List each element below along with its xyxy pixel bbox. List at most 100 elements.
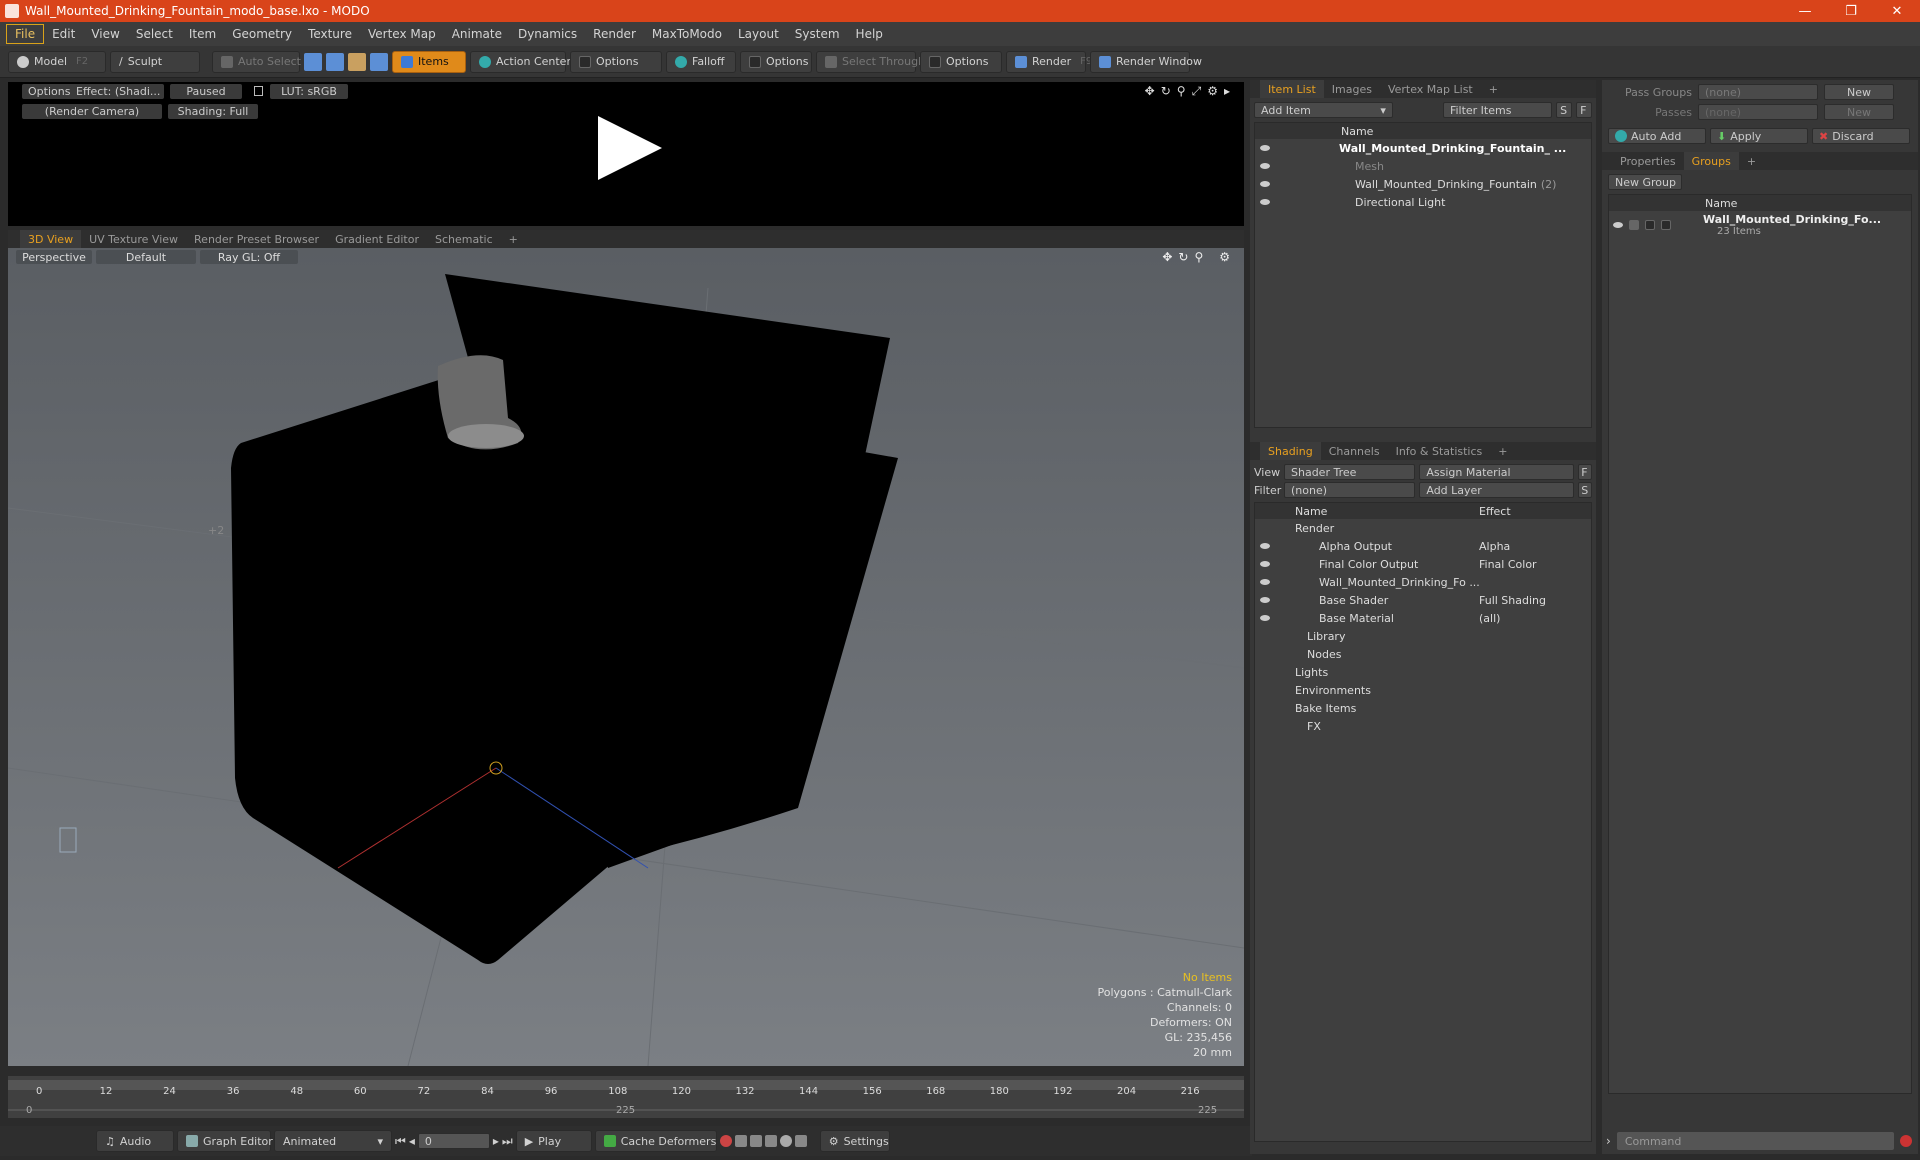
tab-images[interactable]: Images — [1324, 80, 1380, 98]
falloff-options-button[interactable]: Options — [740, 50, 812, 73]
menu-item[interactable]: Item — [181, 25, 224, 43]
preview-lut-dropdown[interactable]: LUT: sRGB — [270, 84, 348, 99]
tab-channels[interactable]: Channels — [1321, 442, 1388, 460]
menu-vertex-map[interactable]: Vertex Map — [360, 25, 444, 43]
shader-tree-row[interactable]: Base Material (all) — [1255, 609, 1591, 627]
style-dropdown[interactable]: Default — [96, 250, 196, 264]
auto-add-button[interactable]: Auto Add — [1608, 128, 1706, 144]
maximize-button[interactable]: ❐ — [1828, 4, 1874, 19]
tab-groups[interactable]: Groups — [1683, 152, 1739, 170]
eye-icon[interactable] — [1260, 597, 1270, 603]
record-icon[interactable] — [779, 1135, 792, 1147]
discard-button[interactable]: ✖ Discard — [1812, 128, 1910, 144]
eye-icon[interactable] — [1260, 145, 1270, 151]
item-list-row[interactable]: Wall_Mounted_Drinking_Fountain (2) — [1255, 175, 1591, 193]
shader-layer-effect[interactable]: Alpha — [1479, 540, 1569, 553]
tab-vertex-map-list[interactable]: Vertex Map List — [1380, 80, 1481, 98]
view-dropdown[interactable]: Shader Tree — [1284, 464, 1416, 480]
tab-info-statistics[interactable]: Info & Statistics — [1388, 442, 1491, 460]
shader-tree-row[interactable]: FX — [1255, 717, 1591, 735]
menu-system[interactable]: System — [787, 25, 848, 43]
graph-editor-button[interactable]: Graph Editor — [177, 1130, 273, 1152]
animated-dropdown[interactable]: Animated ▾ — [274, 1130, 392, 1152]
tab-schematic[interactable]: Schematic — [427, 230, 501, 248]
frame-input[interactable]: 0 — [417, 1133, 490, 1149]
preview-effect-dropdown[interactable]: Effect: (Shadi... — [70, 84, 164, 99]
skip-start-icon[interactable]: ⏮ — [395, 1134, 406, 1149]
polygons-mode-icon[interactable] — [348, 52, 366, 71]
play-icon[interactable] — [598, 116, 662, 180]
auto-key-icon[interactable] — [794, 1135, 807, 1147]
eye-icon[interactable] — [1260, 163, 1270, 169]
add-tab-button[interactable]: + — [1481, 80, 1506, 98]
preview-paused-button[interactable]: Paused — [170, 84, 242, 99]
shader-tree-row[interactable]: Lights — [1255, 663, 1591, 681]
model-mode-button[interactable]: Model F2 — [8, 50, 106, 73]
menu-layout[interactable]: Layout — [730, 25, 787, 43]
tab-uv-texture-view[interactable]: UV Texture View — [81, 230, 186, 248]
assign-material-dropdown[interactable]: Assign Material — [1419, 464, 1575, 480]
menu-view[interactable]: View — [83, 25, 127, 43]
shader-tree-row[interactable]: Wall_Mounted_Drinking_Fo ... — [1255, 573, 1591, 591]
new-pass-group-button[interactable]: New — [1824, 84, 1894, 100]
preview-options-button[interactable]: Options — [22, 84, 77, 99]
menu-dynamics[interactable]: Dynamics — [510, 25, 585, 43]
menu-texture[interactable]: Texture — [300, 25, 360, 43]
s-toggle-button[interactable]: S — [1578, 482, 1593, 498]
minimize-button[interactable]: — — [1782, 4, 1828, 19]
passes-dropdown[interactable]: (none) — [1698, 104, 1818, 120]
add-layer-dropdown[interactable]: Add Layer — [1419, 482, 1575, 498]
item-list-row[interactable]: Wall_Mounted_Drinking_Fountain_ ... — [1255, 139, 1591, 157]
sculpt-mode-button[interactable]: / Sculpt — [110, 50, 200, 73]
add-tab-button[interactable]: + — [501, 230, 526, 248]
audio-button[interactable]: ♫ Audio — [96, 1130, 174, 1152]
action-center-button[interactable]: Action Center — [470, 50, 571, 73]
raygl-dropdown[interactable]: Ray GL: Off — [200, 250, 298, 264]
timeline[interactable]: 0 12 24 36 48 60 72 84 96 108 120 132 144 156 168 180 19… — [8, 1076, 1244, 1118]
preview-shading-dropdown[interactable]: Shading: Full — [168, 104, 258, 119]
eye-icon[interactable] — [1260, 181, 1270, 187]
render-button[interactable]: Render F9 — [1006, 50, 1092, 73]
settings-button[interactable]: ⚙ Settings — [819, 1130, 890, 1152]
lock-icon[interactable] — [254, 86, 263, 96]
command-input[interactable]: Command — [1616, 1132, 1894, 1150]
tab-3d-view[interactable]: 3D View — [20, 230, 82, 248]
apply-button[interactable]: ⬇ Apply — [1710, 128, 1808, 144]
menu-animate[interactable]: Animate — [444, 25, 510, 43]
select-checkbox-icon[interactable] — [1645, 220, 1655, 230]
f-toggle-button[interactable]: F — [1578, 464, 1593, 480]
menu-geometry[interactable]: Geometry — [224, 25, 300, 43]
tab-item-list[interactable]: Item List — [1260, 80, 1324, 98]
arrow-right-icon[interactable]: ▸ — [1224, 84, 1230, 99]
shader-tree-row[interactable]: Base Shader Full Shading — [1255, 591, 1591, 609]
add-item-dropdown[interactable]: Add Item ▾ — [1254, 102, 1393, 118]
menu-render[interactable]: Render — [585, 25, 644, 43]
gear-icon[interactable]: ⚙ — [1207, 84, 1218, 99]
shader-tree-row[interactable]: Bake Items — [1255, 699, 1591, 717]
shader-layer-effect[interactable]: Final Color — [1479, 558, 1569, 571]
eye-icon[interactable] — [1260, 543, 1270, 549]
record-key-icon[interactable] — [719, 1135, 732, 1147]
tab-shading[interactable]: Shading — [1260, 442, 1321, 460]
maximize-icon[interactable]: ⤢ — [1192, 84, 1202, 99]
render-checkbox-icon[interactable] — [1661, 220, 1671, 230]
pass-groups-dropdown[interactable]: (none) — [1698, 84, 1818, 100]
filter-toggle-button[interactable]: F — [1576, 102, 1592, 118]
close-button[interactable]: ✕ — [1874, 4, 1920, 19]
shader-tree-row[interactable]: Final Color Output Final Color — [1255, 555, 1591, 573]
new-group-button[interactable]: New Group — [1608, 174, 1682, 190]
auto-select-button[interactable]: Auto Select — [212, 50, 301, 73]
eye-icon[interactable] — [1260, 579, 1270, 585]
filter-items-input[interactable]: Filter Items — [1442, 102, 1553, 118]
action-center-options-button[interactable]: Options — [570, 50, 662, 73]
eye-icon[interactable] — [1260, 615, 1270, 621]
eye-icon[interactable] — [1260, 561, 1270, 567]
menu-help[interactable]: Help — [848, 25, 891, 43]
vertices-mode-icon[interactable] — [304, 52, 322, 71]
3d-viewport[interactable]: +2 No Items Polygons : Catmull-Clark Cha… — [8, 248, 1244, 1066]
lock-icon[interactable] — [1629, 220, 1639, 230]
tab-properties[interactable]: Properties — [1612, 152, 1684, 170]
tab-gradient-editor[interactable]: Gradient Editor — [327, 230, 427, 248]
zoom-icon[interactable]: ⚲ — [1177, 84, 1186, 99]
menu-edit[interactable]: Edit — [44, 25, 83, 43]
